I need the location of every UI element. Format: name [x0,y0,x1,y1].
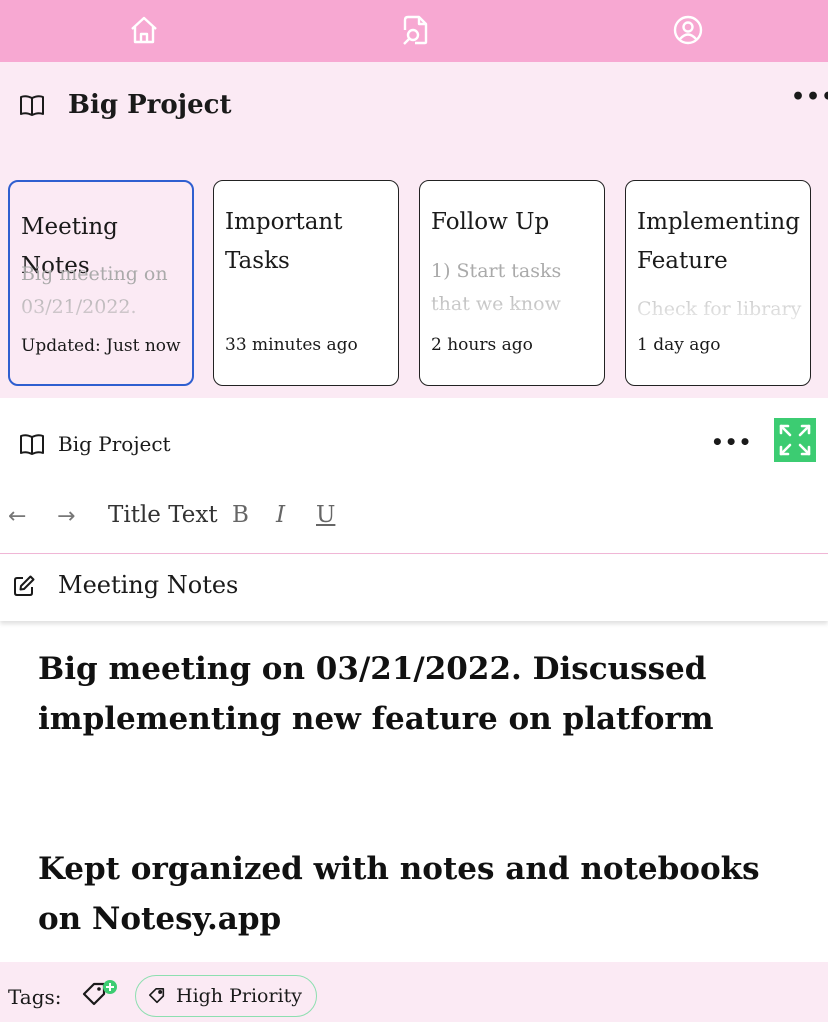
book-icon [20,95,44,116]
notebook-menu-button[interactable]: ••• [791,84,828,110]
editor-header: Big Project ••• [0,398,828,488]
notebook-title: Big Project [68,90,232,120]
expand-icon [779,424,811,456]
note-card-meeting-notes[interactable]: Meeting Notes Big meeting on 03/21/2022.… [8,180,194,386]
note-title-row: Meeting Notes [0,555,828,621]
italic-button[interactable]: I [276,502,285,528]
tag-bar: Tags: High Priority [0,962,828,1022]
tag-icon [148,987,165,1004]
tags-label: Tags: [8,985,62,1009]
note-paragraph: Kept organized with notes and notebooks … [38,851,760,937]
note-card-preview: Check for library [637,298,802,320]
note-card-updated: 33 minutes ago [225,335,358,355]
home-icon[interactable] [127,12,161,48]
note-title-field[interactable]: Meeting Notes [58,571,238,599]
edit-icon[interactable] [12,574,36,598]
note-card-title: Implementing Feature [637,209,800,274]
tag-chip[interactable]: High Priority [135,975,317,1017]
expand-button[interactable] [774,418,816,462]
note-paragraph: Big meeting on 03/21/2022. Discussed imp… [38,651,714,737]
note-card-important-tasks[interactable]: Important Tasks 33 minutes ago [213,180,399,386]
editor-menu-button[interactable]: ••• [711,430,752,454]
editor-notebook-label: Big Project [18,430,171,458]
note-body-editor[interactable]: Big meeting on 03/21/2022. Discussed imp… [38,644,798,944]
add-tag-icon[interactable] [80,980,120,1012]
note-card-preview: Big meeting on 03/21/2022. [21,263,168,318]
note-card-preview: 1) Start tasks that we know are [431,260,562,315]
note-card-implementing-feature[interactable]: Implementing Feature Check for library 1… [625,180,811,386]
tag-label: High Priority [176,985,302,1007]
formatting-toolbar: ← → Title Text B I U [0,488,828,554]
notebook-header: Big Project [18,90,231,120]
notebook-panel: Big Project ••• Meeting Notes Big meetin… [0,62,828,398]
note-card-title: Follow Up [431,209,550,235]
note-card-updated: 1 day ago [637,335,721,355]
search-document-icon[interactable] [398,12,432,48]
text-style-selector[interactable]: Title Text [108,502,218,528]
bold-button[interactable]: B [232,502,249,528]
editor-notebook-title: Big Project [58,432,171,456]
note-card-follow-up[interactable]: Follow Up 1) Start tasks that we know ar… [419,180,605,386]
note-card-updated: 2 hours ago [431,335,533,355]
book-icon [20,434,44,455]
undo-arrow-icon[interactable]: ← [8,504,26,529]
note-card-updated: Updated: Just now [21,336,181,356]
top-nav-bar [0,0,828,62]
redo-arrow-icon[interactable]: → [57,504,75,529]
user-profile-icon[interactable] [671,12,705,48]
note-card-title: Important Tasks [225,209,343,274]
underline-button[interactable]: U [316,502,335,528]
